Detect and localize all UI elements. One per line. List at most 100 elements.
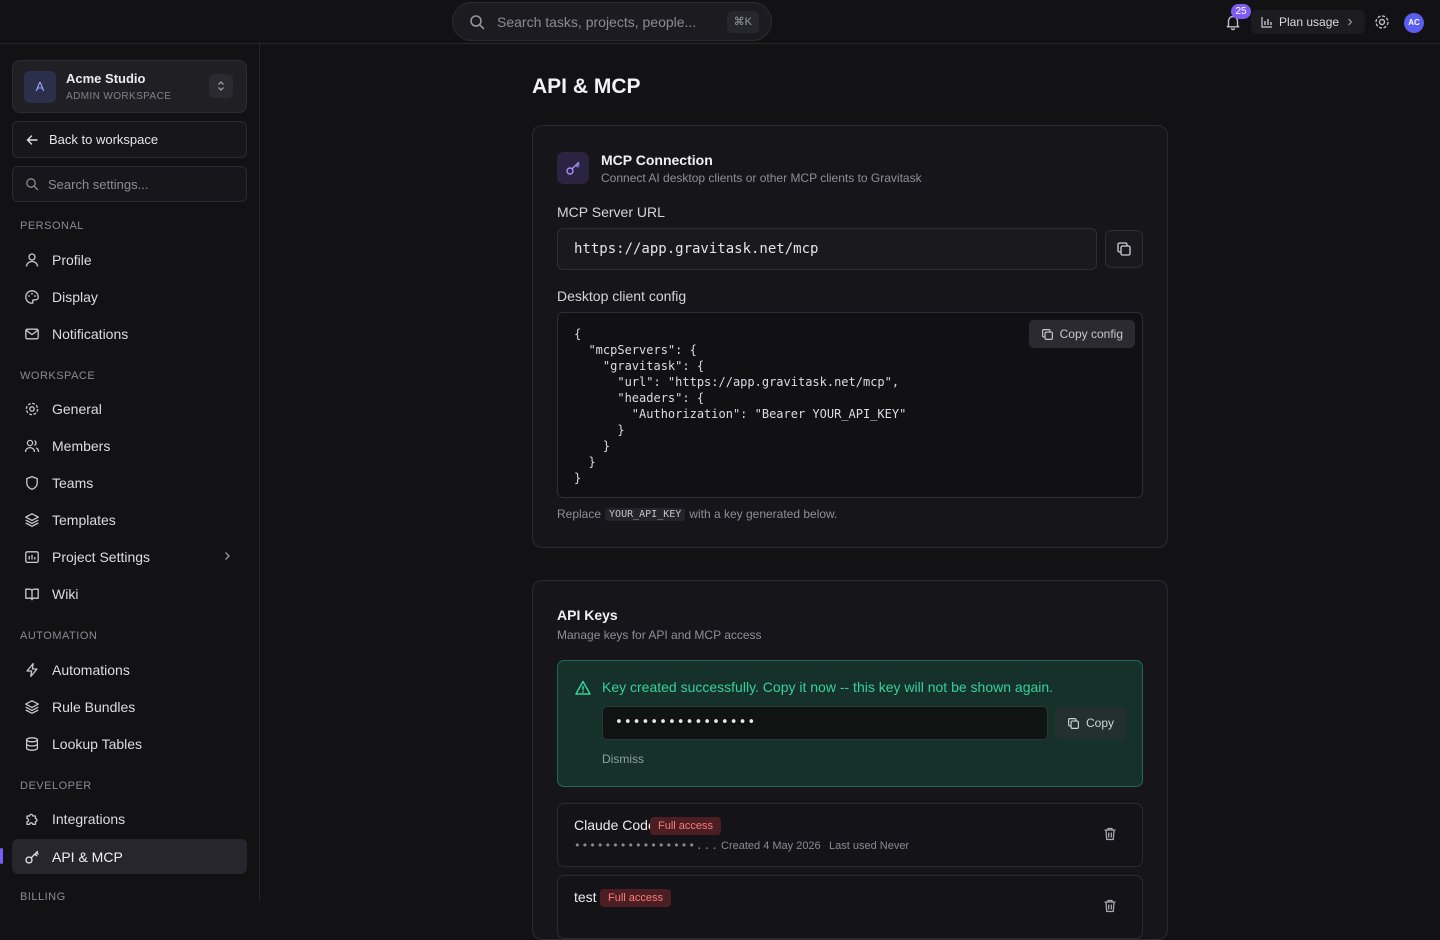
sidebar-item-notifications[interactable]: Notifications: [12, 316, 247, 351]
desktop-config-label: Desktop client config: [557, 288, 687, 304]
user-avatar[interactable]: AC: [1404, 13, 1424, 33]
settings-search-input[interactable]: Search settings...: [12, 166, 247, 202]
sidebar-item-label: Project Settings: [52, 548, 151, 565]
section-billing: BILLING: [20, 891, 66, 903]
key-created-alert: Key created successfully. Copy it now --…: [557, 660, 1143, 787]
global-search-input[interactable]: Search tasks, projects, people... ⌘K: [452, 2, 772, 41]
delete-key-button[interactable]: [1102, 826, 1118, 842]
access-badge: Full access: [600, 889, 672, 907]
api-key-row: Claude Code Full access ••••••••••••••••…: [557, 803, 1143, 867]
config-note: Replace YOUR_API_KEY with a key generate…: [557, 507, 837, 521]
delete-key-button[interactable]: [1102, 898, 1118, 914]
sidebar-item-lookup-tables[interactable]: Lookup Tables: [12, 726, 247, 761]
dismiss-alert-button[interactable]: Dismiss: [602, 752, 644, 766]
mcp-connection-card: MCP Connection Connect AI desktop client…: [532, 125, 1168, 548]
layers-icon: [25, 512, 39, 527]
workspace-name: Acme Studio: [66, 71, 146, 86]
chevron-right-icon: [1348, 18, 1353, 26]
settings-search-placeholder: Search settings...: [48, 176, 149, 192]
palette-icon: [25, 289, 39, 304]
sidebar-item-label: Teams: [52, 474, 94, 491]
shield-icon: [26, 475, 38, 490]
mcp-url-label: MCP Server URL: [557, 204, 665, 220]
sidebar-item-label: Members: [52, 437, 111, 454]
users-icon: [24, 439, 40, 452]
page-title: API & MCP: [532, 75, 641, 98]
copy-icon: [1117, 242, 1131, 256]
sidebar-item-label: Profile: [52, 251, 92, 268]
trash-icon: [1104, 899, 1116, 913]
copy-url-button[interactable]: [1105, 230, 1143, 268]
search-icon: [470, 14, 485, 29]
sidebar-item-profile[interactable]: Profile: [12, 242, 247, 277]
sidebar-item-rule-bundles[interactable]: Rule Bundles: [12, 689, 247, 724]
copy-key-label: Copy: [1086, 716, 1115, 730]
sidebar-item-label: Wiki: [52, 585, 79, 602]
mcp-card-subtitle: Connect AI desktop clients or other MCP …: [601, 171, 922, 185]
sidebar-item-label: Lookup Tables: [52, 735, 143, 752]
key-icon: [566, 161, 580, 175]
back-to-workspace-button[interactable]: Back to workspace: [12, 121, 247, 158]
active-indicator: [0, 848, 3, 864]
back-to-workspace-label: Back to workspace: [49, 132, 159, 147]
database-icon: [25, 736, 39, 751]
sidebar-item-templates[interactable]: Templates: [12, 502, 247, 537]
api-key-created: Created 4 May 2026: [721, 840, 821, 852]
mail-icon: [25, 328, 39, 339]
api-keys-card: API Keys Manage keys for API and MCP acc…: [532, 580, 1168, 940]
sidebar-item-label: General: [52, 400, 102, 417]
note-code: YOUR_API_KEY: [605, 507, 686, 521]
key-created-message: Key created successfully. Copy it now --…: [602, 679, 1054, 695]
section-developer: DEVELOPER: [20, 780, 92, 792]
new-key-field[interactable]: ••••••••••••••••: [602, 706, 1048, 740]
sidebar-item-display[interactable]: Display: [12, 279, 247, 314]
global-search-placeholder: Search tasks, projects, people...: [497, 13, 697, 30]
user-icon: [25, 252, 39, 267]
mcp-card-title: MCP Connection: [601, 152, 713, 168]
workspace-switcher[interactable]: A Acme Studio ADMIN WORKSPACE: [12, 60, 247, 113]
search-shortcut-hint: ⌘K: [726, 11, 759, 33]
sidebar-item-label: Integrations: [52, 810, 126, 827]
plan-usage-label: Plan usage: [1279, 15, 1340, 29]
api-keys-title: API Keys: [557, 607, 618, 623]
access-badge: Full access: [650, 817, 722, 835]
chevron-up-down-icon: [218, 81, 224, 91]
notification-count-badge: 25: [1231, 4, 1251, 19]
settings-button[interactable]: [1373, 13, 1391, 31]
api-key-name: test: [574, 889, 597, 905]
api-key-name: Claude Code: [574, 817, 656, 833]
sidebar-item-label: Automations: [52, 661, 130, 678]
api-keys-subtitle: Manage keys for API and MCP access: [557, 628, 762, 642]
bar-chart-icon: [1261, 17, 1272, 28]
sidebar-item-project-settings[interactable]: Project Settings: [12, 539, 247, 574]
sidebar-item-api-mcp[interactable]: API & MCP: [12, 839, 247, 874]
desktop-config-code-block: { "mcpServers": { "gravitask": { "url": …: [557, 312, 1143, 498]
lightning-icon: [26, 662, 38, 677]
workspace-switch-button[interactable]: [209, 74, 233, 98]
sidebar-item-integrations[interactable]: Integrations: [12, 801, 247, 836]
search-icon: [26, 178, 39, 191]
puzzle-icon: [26, 813, 38, 825]
mcp-url-field[interactable]: https://app.gravitask.net/mcp: [557, 228, 1097, 270]
copy-key-button[interactable]: Copy: [1055, 707, 1127, 739]
key-icon: [25, 850, 39, 864]
folder-chart-icon: [25, 550, 39, 563]
section-personal: PERSONAL: [20, 220, 84, 232]
sidebar-item-label: Notifications: [52, 325, 129, 342]
note-suffix: with a key generated below.: [689, 507, 838, 521]
copy-config-button[interactable]: Copy config: [1028, 320, 1135, 348]
sidebar-item-label: Templates: [52, 511, 116, 528]
plan-usage-button[interactable]: Plan usage: [1251, 10, 1366, 34]
api-key-row: test Full access: [557, 875, 1143, 939]
sidebar-item-members[interactable]: Members: [12, 428, 247, 463]
settings-sidebar: A Acme Studio ADMIN WORKSPACE Back to wo…: [0, 44, 260, 903]
workspace-subtitle: ADMIN WORKSPACE: [66, 91, 172, 102]
sidebar-item-automations[interactable]: Automations: [12, 652, 247, 687]
api-key-masked: ••••••••••••••••...: [574, 839, 719, 852]
warning-triangle-icon: [575, 680, 591, 695]
sidebar-item-general[interactable]: General: [12, 391, 247, 426]
arrow-left-icon: [26, 134, 38, 145]
sidebar-item-teams[interactable]: Teams: [12, 465, 247, 500]
sidebar-item-wiki[interactable]: Wiki: [12, 576, 247, 611]
workspace-logo: A: [24, 71, 56, 103]
